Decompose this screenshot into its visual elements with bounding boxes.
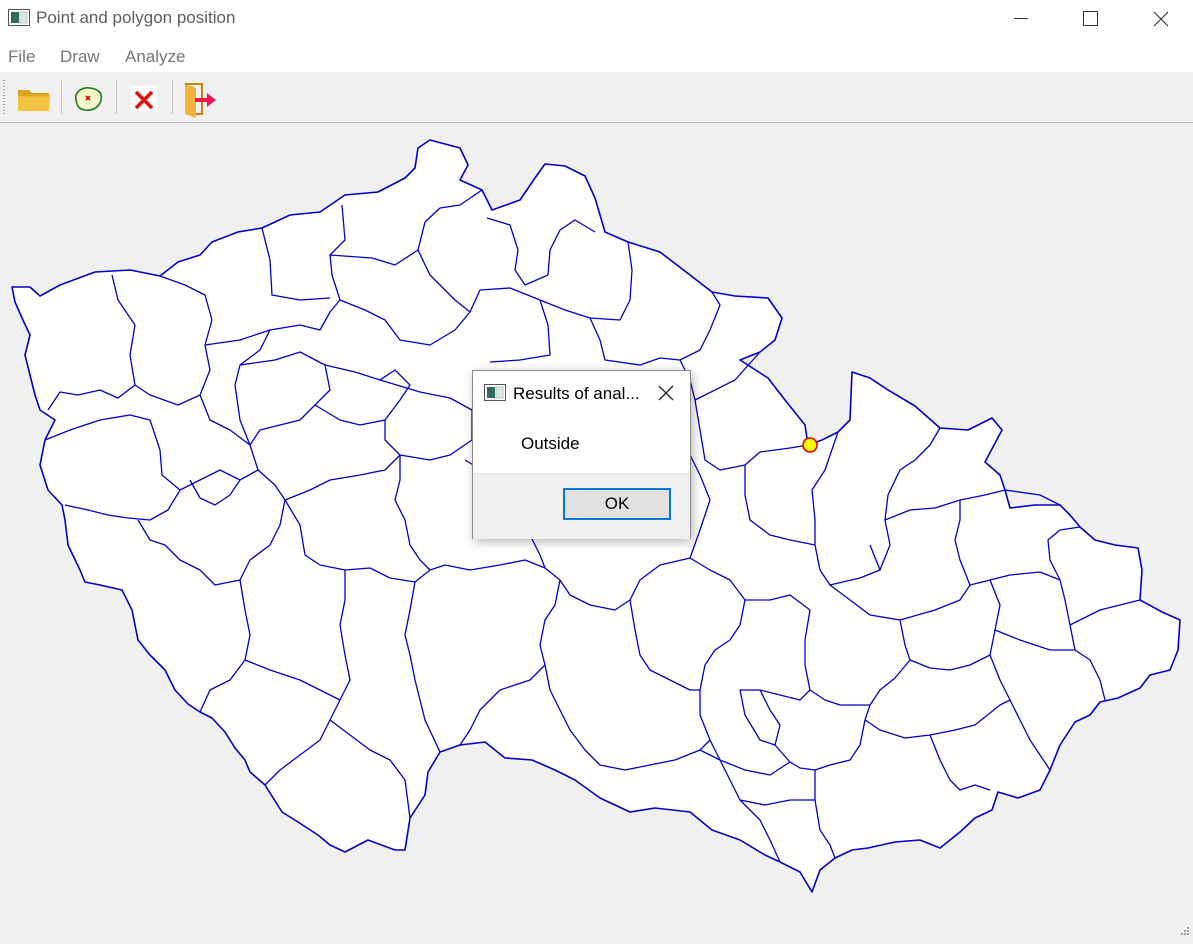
exit-button[interactable] [180, 78, 220, 118]
close-icon [658, 385, 674, 401]
close-window-button[interactable] [1126, 0, 1193, 37]
polygon-point-icon [74, 87, 103, 111]
minimize-icon [1014, 18, 1028, 19]
results-dialog: Results of anal... Outside OK [472, 370, 691, 539]
app-icon [8, 9, 30, 26]
menu-file[interactable]: File [8, 47, 35, 67]
clear-button[interactable] [124, 78, 164, 118]
ok-button[interactable]: OK [563, 488, 671, 520]
title-bar: Point and polygon position [0, 0, 1193, 37]
maximize-button[interactable] [1056, 0, 1126, 37]
toolbar-grip[interactable] [3, 80, 5, 116]
toolbar [0, 72, 1193, 123]
dialog-title: Results of anal... [513, 384, 640, 403]
app-icon [484, 384, 506, 401]
menu-draw[interactable]: Draw [60, 47, 100, 67]
resize-grip-icon[interactable] [1180, 926, 1190, 936]
clear-x-icon [131, 86, 157, 112]
dialog-message: Outside [521, 434, 580, 453]
dialog-footer: OK [473, 473, 690, 539]
exit-door-icon [185, 83, 216, 118]
window-title: Point and polygon position [36, 8, 236, 27]
open-file-button[interactable] [14, 78, 54, 118]
open-folder-icon [18, 90, 50, 111]
draw-polygon-button[interactable] [68, 78, 108, 118]
toolbar-separator [172, 80, 173, 114]
menu-bar: File Draw Analyze [0, 37, 1193, 72]
minimize-button[interactable] [986, 0, 1056, 37]
analyzed-point[interactable] [802, 437, 818, 453]
close-icon [1153, 11, 1169, 27]
maximize-icon [1083, 11, 1098, 26]
dialog-close-button[interactable] [653, 381, 679, 405]
menu-analyze[interactable]: Analyze [125, 47, 185, 67]
toolbar-separator [116, 80, 117, 114]
toolbar-separator [61, 80, 62, 114]
